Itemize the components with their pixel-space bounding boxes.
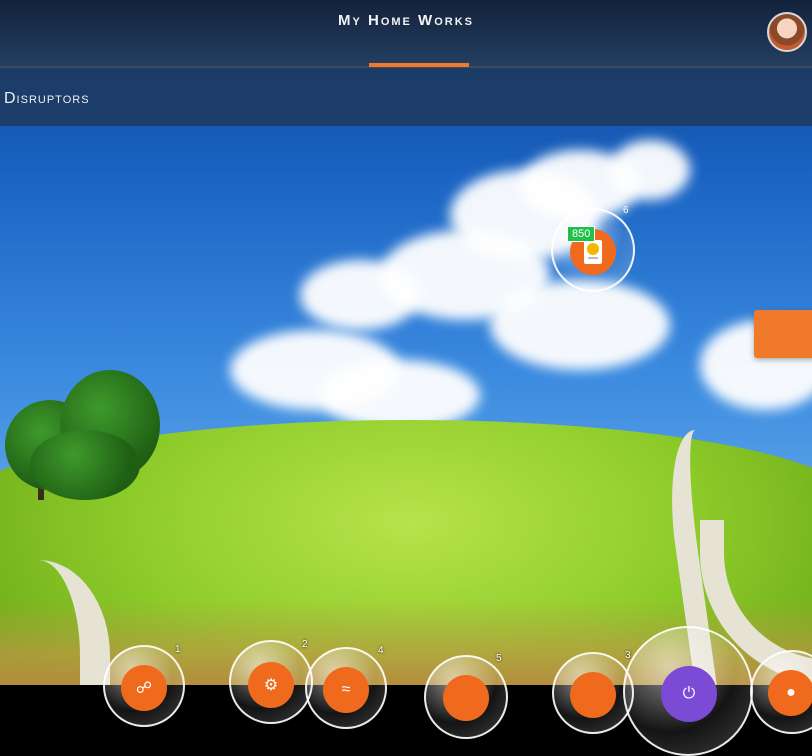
tray-count: 4 — [378, 645, 384, 656]
score-badge: 850 — [567, 226, 596, 242]
user-avatar[interactable] — [767, 12, 807, 52]
tray-count: 5 — [496, 653, 502, 664]
disruptor-count: 6 — [623, 205, 629, 216]
mask-icon: ● — [768, 670, 812, 716]
tray-bubble[interactable] — [424, 655, 508, 739]
generic-icon — [443, 675, 489, 721]
generic-icon — [570, 672, 616, 718]
network-icon: ☍ — [121, 665, 167, 711]
floating-disruptor-bubble[interactable]: 850 — [551, 208, 635, 292]
app-title: My Home Works — [338, 12, 474, 29]
tray-count: 1 — [175, 644, 181, 655]
section-bar: Disruptors — [0, 68, 812, 126]
tray-bubble[interactable]: ≈ — [305, 647, 387, 729]
tray-bubble[interactable]: ⚙ — [229, 640, 313, 724]
tray-bubble[interactable] — [552, 652, 634, 734]
active-tab-indicator — [369, 63, 469, 67]
power-icon: ⏻ — [661, 666, 717, 722]
tree — [30, 430, 140, 500]
cloud — [610, 140, 690, 200]
top-bar: My Home Works — [0, 0, 812, 68]
gear-icon: ⚙ — [248, 662, 294, 708]
section-title: Disruptors — [4, 90, 90, 107]
wind-icon: ≈ — [323, 667, 369, 713]
tray-count: 2 — [302, 639, 308, 650]
passport-icon — [584, 240, 602, 264]
tray-bubble-selected[interactable]: ⏻ — [623, 626, 753, 756]
tray-bubble[interactable]: ☍ — [103, 645, 185, 727]
cloud — [490, 280, 670, 370]
side-panel-button[interactable] — [754, 310, 812, 358]
